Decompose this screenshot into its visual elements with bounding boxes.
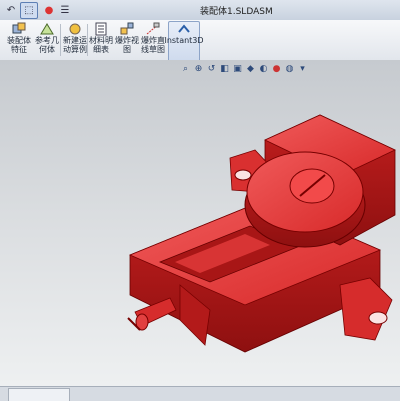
new-motion-study-button[interactable]: 新建运 动算例 [61,22,89,58]
command-manager-ribbon: 装配体 特征 ▾ 参考几 何体 ▾ 新建运 动算例 材料明 细表 爆炸视 图 爆… [0,20,400,80]
exploded-view-button[interactable]: 爆炸视 图 [114,22,140,58]
explode-line-sketch-button[interactable]: 爆炸直 线草图 [140,22,166,58]
ribbon-label: Instant3D [164,36,204,45]
model-tabs-strip [0,386,400,401]
assembly-feature-icon [12,22,26,34]
assembly-feature-button[interactable]: 装配体 特征 [5,22,33,58]
tab-model[interactable] [8,388,70,401]
instant3d-icon [178,24,190,33]
ribbon-label: 参考几 何体 [35,36,59,54]
window-title: 装配体1.SLDASM [200,7,273,17]
ribbon-label: 新建运 动算例 [63,36,87,54]
ribbon-label: 爆炸视 图 [115,36,139,54]
options-icon[interactable]: ☰ [56,2,74,19]
ribbon-label: 材料明 细表 [89,36,113,54]
bill-of-materials-button[interactable]: 材料明 细表 [88,22,114,58]
new-motion-study-icon [69,23,81,35]
exploded-view-icon [120,22,134,35]
title-bar: ↶ ⬚ ● ☰ 装配体1.SLDASM [0,0,400,21]
reference-geometry-icon [40,23,54,35]
rotary-disk [244,151,366,248]
assembly-model[interactable] [0,60,400,386]
reference-geometry-button[interactable]: 参考几 何体 [33,22,61,58]
bill-of-materials-icon [95,22,107,36]
select-icon[interactable]: ⬚ [20,2,38,19]
ribbon-label: 装配体 特征 [7,36,31,54]
ribbon-label: 爆炸直 线草图 [141,36,165,54]
undo-icon[interactable]: ↶ [2,2,20,19]
explode-line-sketch-icon [146,22,160,35]
